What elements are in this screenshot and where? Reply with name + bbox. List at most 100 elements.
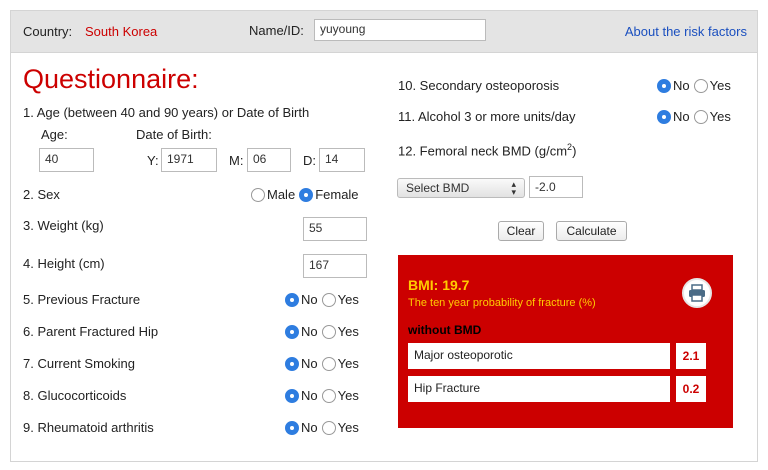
no-label: No — [673, 109, 690, 124]
updown-arrow-icon: ▴ ▾ — [511, 179, 516, 197]
calculate-button[interactable]: Calculate — [556, 221, 627, 241]
q2-label: 2. Sex — [23, 187, 60, 202]
sex-male-option[interactable]: Male — [251, 187, 295, 202]
radio-unchecked-icon[interactable] — [321, 292, 336, 307]
frax-calculator: Country: South Korea Name/ID: yuyoung Ab… — [10, 10, 758, 462]
parent-hip-yes[interactable]: Yes — [321, 324, 359, 339]
secondary-osteoporosis-no[interactable]: No — [657, 78, 690, 93]
month-label: M: — [229, 153, 244, 168]
previous-fracture-no[interactable]: No — [285, 292, 318, 307]
yes-label: Yes — [337, 356, 359, 371]
previous-fracture-yes[interactable]: Yes — [321, 292, 359, 307]
day-input[interactable]: 14 — [319, 148, 365, 172]
country-label: Country: — [23, 24, 73, 39]
radio-checked-icon[interactable] — [285, 420, 299, 435]
secondary-osteoporosis-yes[interactable]: Yes — [693, 78, 731, 93]
q4-label: 4. Height (cm) — [23, 256, 105, 271]
probability-title: The ten year probability of fracture (%) — [408, 297, 596, 309]
hip-fracture-value: 0.2 — [676, 376, 706, 402]
no-label: No — [673, 78, 690, 93]
radio-checked-icon[interactable] — [285, 388, 299, 403]
clear-button[interactable]: Clear — [498, 221, 544, 241]
rheumatoid-yes[interactable]: Yes — [321, 420, 359, 435]
radio-unchecked-icon[interactable] — [321, 388, 336, 403]
q5-label: 5. Previous Fracture — [23, 292, 141, 307]
yes-label: Yes — [337, 388, 359, 403]
parent-hip-no[interactable]: No — [285, 324, 318, 339]
bmd-value-input[interactable]: -2.0 — [529, 176, 583, 198]
no-label: No — [301, 420, 318, 435]
radio-checked-icon[interactable] — [285, 356, 299, 371]
alcohol-radio-group: No Yes — [653, 109, 731, 124]
questionnaire-title: Questionnaire: — [23, 64, 199, 94]
year-label: Y: — [147, 153, 159, 168]
without-bmd-heading: without BMD — [408, 323, 482, 337]
radio-checked-icon[interactable] — [285, 292, 299, 307]
alcohol-yes[interactable]: Yes — [693, 109, 731, 124]
major-osteoporotic-label: Major osteoporotic — [408, 343, 670, 369]
glucocorticoids-yes[interactable]: Yes — [321, 388, 359, 403]
sex-female-option[interactable]: Female — [299, 187, 359, 202]
age-label: Age: — [41, 127, 68, 142]
radio-unchecked-icon[interactable] — [321, 356, 336, 371]
about-risk-factors-link[interactable]: About the risk factors — [625, 24, 747, 39]
sex-radio-group: Male Female — [247, 187, 359, 202]
age-input[interactable]: 40 — [39, 148, 94, 172]
yes-label: Yes — [337, 292, 359, 307]
yes-label: Yes — [337, 420, 359, 435]
name-id-input[interactable]: yuyoung — [314, 19, 486, 41]
q12-label: 12. Femoral neck BMD (g/cm2) — [398, 142, 576, 158]
smoking-radio-group: No Yes — [281, 356, 359, 371]
height-input[interactable]: 167 — [303, 254, 367, 278]
rheumatoid-no[interactable]: No — [285, 420, 318, 435]
glucocorticoids-radio-group: No Yes — [281, 388, 359, 403]
bmd-select[interactable]: Select BMD ▴ ▾ — [397, 178, 525, 198]
bmi-value: BMI: 19.7 — [408, 277, 470, 293]
month-input[interactable]: 06 — [247, 148, 291, 172]
q8-label: 8. Glucocorticoids — [23, 388, 127, 403]
top-bar: Country: South Korea Name/ID: yuyoung Ab… — [11, 11, 757, 53]
country-value[interactable]: South Korea — [85, 24, 157, 39]
result-panel: BMI: 19.7 The ten year probability of fr… — [398, 255, 733, 428]
smoking-no[interactable]: No — [285, 356, 318, 371]
year-input[interactable]: 1971 — [161, 148, 217, 172]
radio-checked-icon[interactable] — [285, 324, 299, 339]
q7-label: 7. Current Smoking — [23, 356, 135, 371]
print-button[interactable] — [682, 278, 712, 308]
radio-unchecked-icon[interactable] — [321, 324, 336, 339]
no-label: No — [301, 388, 318, 403]
q12-label-tail: ) — [572, 143, 577, 159]
radio-unchecked-icon[interactable] — [251, 187, 265, 202]
major-osteoporotic-value: 2.1 — [676, 343, 706, 369]
yes-label: Yes — [709, 109, 731, 124]
radio-unchecked-icon[interactable] — [321, 420, 336, 435]
q10-label: 10. Secondary osteoporosis — [398, 78, 560, 93]
glucocorticoids-no[interactable]: No — [285, 388, 318, 403]
sex-female-label: Female — [315, 187, 359, 202]
parent-hip-radio-group: No Yes — [281, 324, 359, 339]
bmd-select-value: Select BMD — [406, 181, 470, 195]
secondary-osteoporosis-radio-group: No Yes — [653, 78, 731, 93]
radio-checked-icon[interactable] — [657, 78, 671, 93]
q1-label: 1. Age (between 40 and 90 years) or Date… — [23, 105, 310, 120]
name-id-label: Name/ID: — [249, 23, 304, 38]
hip-fracture-label: Hip Fracture — [408, 376, 670, 402]
radio-checked-icon[interactable] — [299, 187, 314, 202]
radio-unchecked-icon[interactable] — [693, 78, 708, 93]
printer-icon — [689, 284, 705, 302]
no-label: No — [301, 356, 318, 371]
radio-unchecked-icon[interactable] — [693, 109, 708, 124]
q6-label: 6. Parent Fractured Hip — [23, 324, 159, 339]
radio-checked-icon[interactable] — [657, 109, 671, 124]
previous-fracture-radio-group: No Yes — [281, 292, 359, 307]
smoking-yes[interactable]: Yes — [321, 356, 359, 371]
dob-label: Date of Birth: — [136, 127, 212, 142]
alcohol-no[interactable]: No — [657, 109, 690, 124]
yes-label: Yes — [337, 324, 359, 339]
sex-male-label: Male — [267, 187, 296, 202]
q12-label-text: 12. Femoral neck BMD (g/cm — [398, 143, 568, 159]
day-label: D: — [303, 153, 316, 168]
yes-label: Yes — [709, 78, 731, 93]
weight-input[interactable]: 55 — [303, 217, 367, 241]
rheumatoid-radio-group: No Yes — [281, 420, 359, 435]
